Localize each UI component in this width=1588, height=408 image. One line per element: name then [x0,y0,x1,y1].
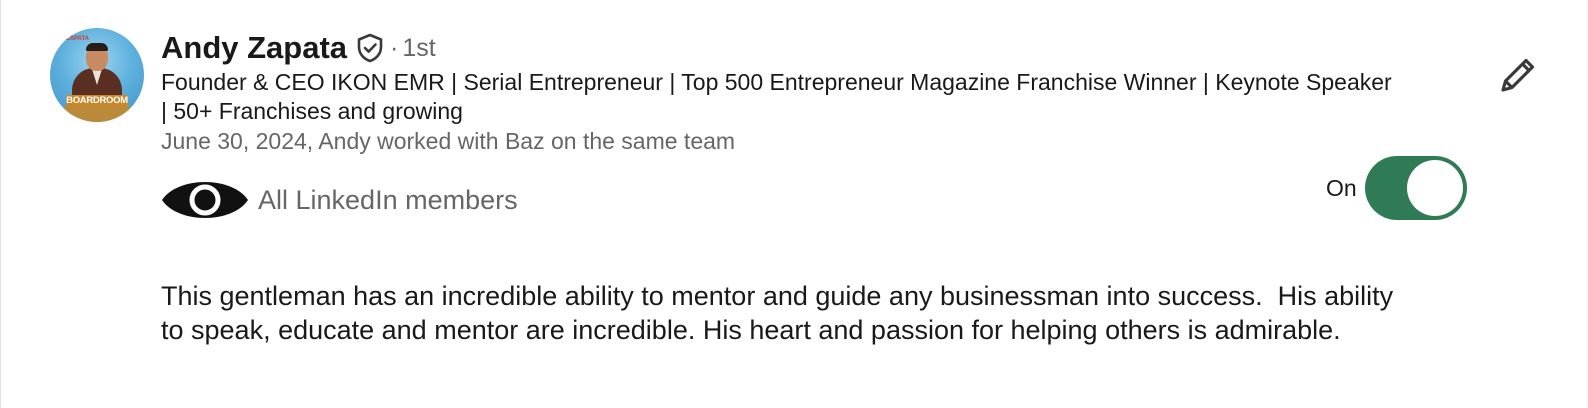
connection-degree: 1st [402,33,436,62]
relationship-text: June 30, 2024, Andy worked with Baz on t… [161,128,736,154]
name-separator: · [390,33,399,62]
avatar-hair [86,43,108,51]
recommendation-card: ZAPATA BOARDROOM Andy Zapata · 1st Found… [0,0,1587,408]
visibility-label: All LinkedIn members [258,184,518,215]
avatar-banner-text: BOARDROOM [66,95,128,107]
author-name-row: Andy Zapata · 1st [161,30,436,66]
toggle-label: On [1326,174,1357,201]
eye-icon [160,172,250,228]
verified-shield-icon [356,33,384,63]
avatar-ground [50,107,144,122]
recommendation-body: This gentleman has an incredible ability… [161,281,1401,345]
avatar[interactable]: ZAPATA BOARDROOM [50,28,144,122]
toggle-knob[interactable] [1406,160,1463,216]
author-headline: Founder & CEO IKON EMR | Serial Entrepre… [161,69,1392,124]
pencil-icon [1501,58,1535,92]
visibility-toggle[interactable] [1364,156,1467,220]
edit-button[interactable] [1493,52,1541,100]
avatar-tag-text: ZAPATA [66,36,89,42]
author-name[interactable]: Andy Zapata [161,30,347,66]
visibility-toggle-group: On [1326,156,1467,220]
visibility-setting: All LinkedIn members [160,172,518,228]
